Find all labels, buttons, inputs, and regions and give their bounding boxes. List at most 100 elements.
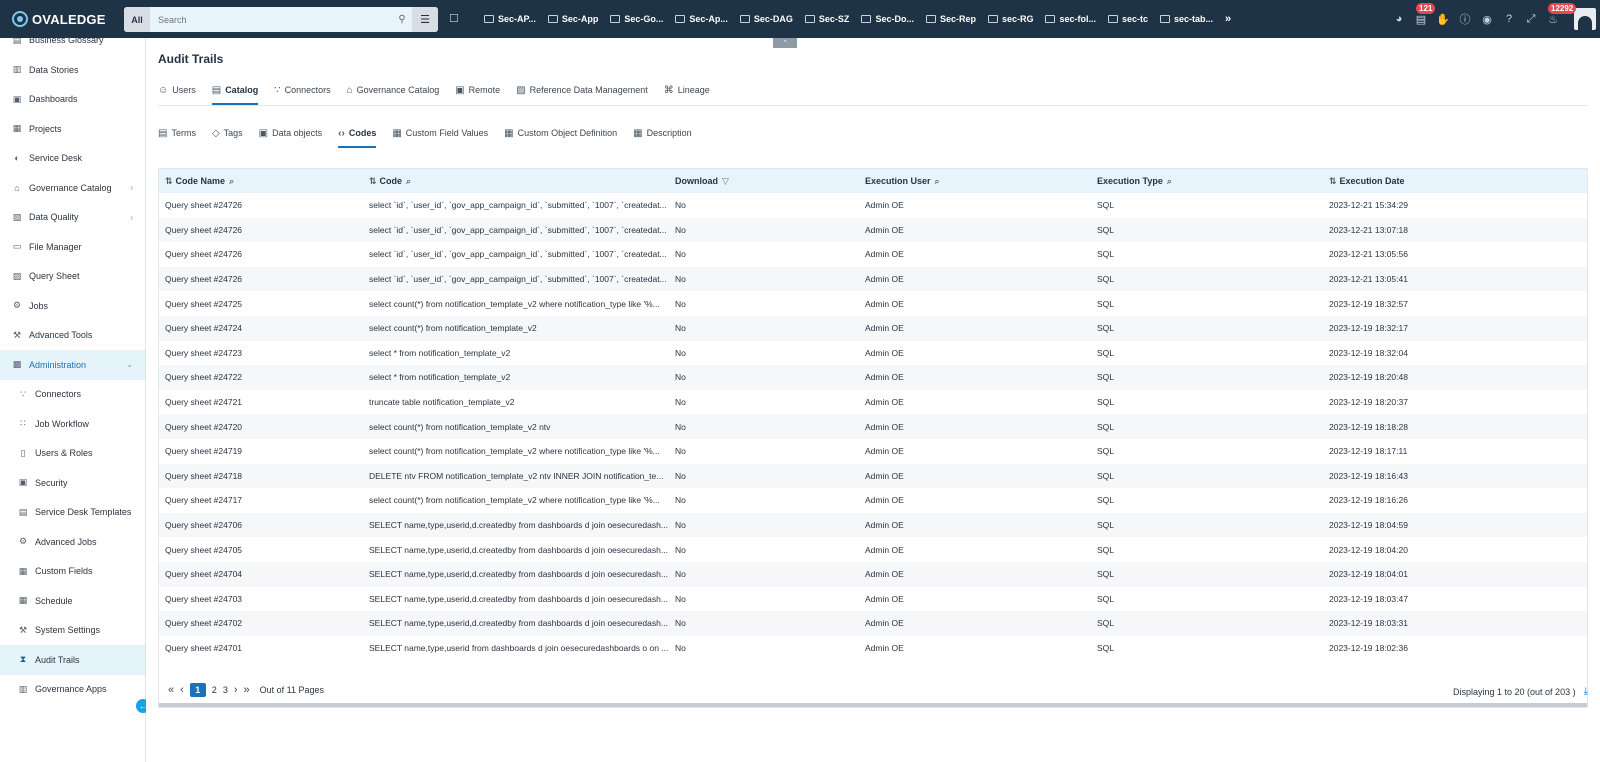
table-row[interactable]: Query sheet #24706 SELECT name,type,useri…	[159, 512, 1587, 538]
quick-tab[interactable]: Sec-Rep	[925, 14, 976, 24]
table-cell[interactable]: Query sheet #24717	[159, 495, 363, 505]
search-icon[interactable]: ⌕	[406, 176, 411, 187]
tab-connectors[interactable]: ∵ Connectors	[274, 79, 330, 101]
quick-tab[interactable]: Sec-Do...	[861, 14, 914, 24]
filter-icon[interactable]: ☰	[412, 7, 438, 32]
search-icon[interactable]: ⌕	[1167, 176, 1172, 187]
sidebar-item-audit-trails[interactable]: ⧗ Audit Trails	[0, 644, 145, 675]
tab-terms[interactable]: ▤ Terms	[158, 122, 196, 144]
quick-tab[interactable]: Sec-AP...	[484, 14, 536, 24]
download-icon[interactable]: ⤓	[1584, 686, 1588, 697]
sidebar-item-business-glossary[interactable]: ▤ Business Glossary	[0, 38, 145, 55]
table-cell[interactable]: Query sheet #24719	[159, 446, 363, 456]
sidebar-item-custom-fields[interactable]: ▦ Custom Fields	[0, 556, 145, 586]
last-page-icon[interactable]: »	[244, 684, 250, 696]
speedometer-icon[interactable]: ◕	[1388, 13, 1410, 25]
page-link[interactable]: 3	[223, 683, 228, 697]
search-icon[interactable]: ⌕	[229, 176, 234, 187]
table-cell[interactable]: Query sheet #24724	[159, 323, 363, 333]
column-header-execution-date[interactable]: ⇅ Execution Date	[1323, 169, 1587, 193]
column-header-download[interactable]: Download ▽	[669, 169, 859, 193]
table-cell[interactable]: Query sheet #24704	[159, 569, 363, 579]
tab-users[interactable]: ☺ Users	[158, 79, 196, 101]
sidebar-item-service-desk-templates[interactable]: ▤ Service Desk Templates	[0, 497, 145, 527]
table-row[interactable]: Query sheet #24717 select count(*) from n…	[159, 488, 1587, 513]
tab-description[interactable]: ▦ Description	[633, 122, 691, 144]
user-avatar[interactable]	[1574, 8, 1596, 30]
quick-tab[interactable]: Sec-DAG	[739, 14, 793, 24]
sidebar-item-governance-catalog[interactable]: ⌂ Governance Catalog ›	[0, 173, 145, 203]
table-cell[interactable]: Query sheet #24703	[159, 594, 363, 604]
table-cell[interactable]: Query sheet #24721	[159, 397, 363, 407]
table-cell[interactable]: Query sheet #24722	[159, 372, 363, 382]
tab-tags[interactable]: ◇ Tags	[212, 122, 243, 144]
next-page-icon[interactable]: ›	[234, 684, 238, 696]
table-row[interactable]: Query sheet #24719 select count(*) from n…	[159, 439, 1587, 464]
first-page-icon[interactable]: «	[168, 684, 174, 696]
table-row[interactable]: Query sheet #24726 select `id`, `user_id`…	[159, 193, 1587, 218]
bookmark-icon[interactable]: ☐	[449, 12, 459, 25]
sidebar-item-jobs[interactable]: ⚙ Jobs	[0, 291, 145, 321]
table-cell[interactable]: Query sheet #24725	[159, 299, 363, 309]
sidebar-item-data-quality[interactable]: ▧ Data Quality ›	[0, 202, 145, 232]
sidebar-item-service-desk[interactable]: ◐ Service Desk	[0, 143, 145, 173]
search-input[interactable]	[150, 7, 392, 32]
sort-icon[interactable]: ⇅	[369, 176, 377, 187]
sidebar-item-users-roles[interactable]: ▯ Users & Roles	[0, 438, 145, 468]
quick-tab[interactable]: sec-tab...	[1160, 14, 1213, 24]
app-logo[interactable]: OVALEDGE	[0, 11, 125, 27]
info-icon[interactable]: ⓘ	[1454, 11, 1476, 27]
table-row[interactable]: Query sheet #24726 select `id`, `user_id`…	[159, 217, 1587, 243]
table-cell[interactable]: Query sheet #24726	[159, 274, 363, 284]
bell-icon[interactable]: ♨ 12292	[1542, 2, 1577, 26]
quick-tab[interactable]: Sec-App	[547, 14, 598, 24]
quick-tab[interactable]: sec-fol...	[1045, 14, 1096, 24]
table-cell[interactable]: Query sheet #24726	[159, 225, 363, 235]
sort-icon[interactable]: ⇅	[1329, 176, 1337, 187]
table-cell[interactable]: Query sheet #24723	[159, 348, 363, 358]
search-icon[interactable]: ⚲	[392, 7, 412, 32]
tab-reference-data-management[interactable]: ▨ Reference Data Management	[516, 79, 648, 101]
tab-data-objects[interactable]: ▣ Data objects	[259, 122, 322, 144]
column-header-execution-type[interactable]: Execution Type ⌕	[1091, 169, 1323, 193]
table-row[interactable]: Query sheet #24704 SELECT name,type,useri…	[159, 561, 1587, 587]
column-header-code[interactable]: ⇅ Code ⌕	[363, 169, 669, 193]
column-header-execution-user[interactable]: Execution User ⌕	[859, 169, 1091, 193]
table-row[interactable]: Query sheet #24701 SELECT name,type,useri…	[159, 636, 1587, 661]
expand-icon[interactable]: ⤢	[1520, 13, 1542, 26]
tab-codes[interactable]: ‹› Codes	[338, 122, 377, 148]
quick-tab[interactable]: sec-RG	[987, 14, 1033, 24]
table-cell[interactable]: Query sheet #24706	[159, 520, 363, 530]
sidebar-item-data-stories[interactable]: ▥ Data Stories	[0, 55, 145, 85]
prev-page-icon[interactable]: ‹	[180, 684, 184, 696]
page-link[interactable]: 2	[212, 683, 217, 697]
table-cell[interactable]: Query sheet #24720	[159, 422, 363, 432]
sidebar-item-governance-apps[interactable]: ▥ Governance Apps	[0, 674, 145, 704]
help-icon[interactable]: ?	[1498, 13, 1520, 25]
page-link[interactable]: 1	[189, 683, 206, 697]
table-row[interactable]: Query sheet #24721 truncate table notific…	[159, 390, 1587, 415]
tasks-icon[interactable]: ▤ 121	[1410, 2, 1436, 26]
theme-icon[interactable]: ◉	[1476, 13, 1498, 26]
table-row[interactable]: Query sheet #24705 SELECT name,type,useri…	[159, 537, 1587, 562]
tab-custom-object-definition[interactable]: ▦ Custom Object Definition	[504, 122, 617, 144]
table-row[interactable]: Query sheet #24703 SELECT name,type,useri…	[159, 587, 1587, 612]
table-cell[interactable]: Query sheet #24702	[159, 618, 363, 628]
sidebar-item-connectors[interactable]: ∵ Connectors	[0, 379, 145, 409]
table-row[interactable]: Query sheet #24725 select count(*) from n…	[159, 291, 1587, 316]
sidebar-item-advanced-jobs[interactable]: ⚙ Advanced Jobs	[0, 527, 145, 557]
sidebar-item-projects[interactable]: ▦ Projects	[0, 114, 145, 144]
column-header-code-name[interactable]: ⇅ Code Name ⌕	[159, 169, 363, 193]
sidebar-item-dashboards[interactable]: ▣ Dashboards	[0, 84, 145, 114]
quick-tab[interactable]: Sec-Go...	[610, 14, 663, 24]
tab-governance-catalog[interactable]: ⌂ Governance Catalog	[347, 79, 440, 101]
table-row[interactable]: Query sheet #24718 DELETE ntv FROM notifi…	[159, 463, 1587, 489]
search-icon[interactable]: ⌕	[935, 176, 940, 187]
sidebar-item-query-sheet[interactable]: ▨ Query Sheet	[0, 261, 145, 291]
table-row[interactable]: Query sheet #24726 select `id`, `user_id`…	[159, 242, 1587, 267]
table-cell[interactable]: Query sheet #24701	[159, 643, 363, 653]
sidebar-item-administration[interactable]: ▩ Administration ⌄	[0, 349, 145, 380]
sidebar-item-schedule[interactable]: ▦ Schedule	[0, 586, 145, 616]
sidebar-item-security[interactable]: ▣ Security	[0, 468, 145, 498]
quick-tab[interactable]: Sec-Ap...	[675, 14, 728, 24]
